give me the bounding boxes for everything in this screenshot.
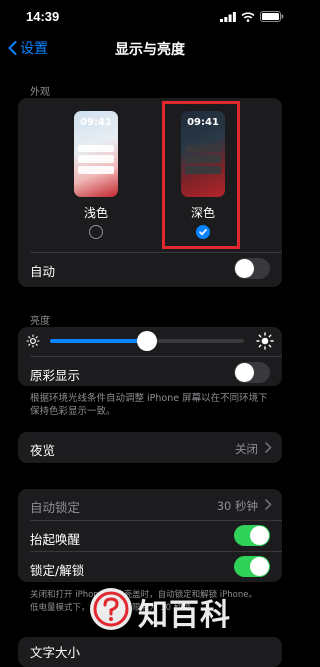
light-preview-clock: 09:41 (80, 117, 112, 128)
highlight-box (162, 101, 240, 249)
true-tone-label: 原彩显示 (30, 368, 81, 383)
chevron-right-icon (265, 499, 272, 510)
appearance-section-label: 外观 (30, 87, 50, 98)
raise-to-wake-toggle[interactable] (234, 525, 270, 546)
brightness-knob[interactable] (137, 331, 157, 351)
light-label: 浅色 (83, 206, 108, 220)
auto-lock-value: 30 秒钟 (216, 499, 258, 513)
text-size-row[interactable]: 文字大小 (18, 637, 282, 667)
watermark-text: 知百科 (138, 598, 231, 633)
appearance-option-light[interactable]: 09:41 浅色 (66, 98, 126, 248)
status-time: 14:39 (26, 9, 60, 24)
night-shift-label: 夜览 (30, 443, 56, 458)
text-size-label: 文字大小 (30, 645, 81, 660)
brightness-fill (50, 339, 147, 343)
lock-unlock-toggle[interactable] (234, 556, 270, 577)
light-radio[interactable] (89, 225, 103, 239)
night-shift-value: 关闭 (235, 442, 258, 456)
navigation-bar: 设置 显示与亮度 (0, 34, 300, 62)
divider (30, 520, 282, 521)
true-tone-toggle[interactable] (234, 362, 270, 383)
signal-icon (220, 11, 236, 22)
battery-icon (260, 11, 284, 22)
chevron-right-icon (265, 442, 272, 453)
status-icons (220, 11, 284, 22)
light-preview: 09:41 (74, 111, 118, 197)
brightness-group: 原彩显示 (18, 327, 282, 386)
auto-label: 自动 (30, 264, 56, 279)
sun-small-icon (26, 334, 40, 348)
sun-large-icon (256, 332, 274, 350)
watermark-logo-icon (90, 588, 132, 630)
night-shift-row[interactable]: 夜览 关闭 (18, 432, 282, 463)
page-title: 显示与亮度 (115, 42, 185, 58)
brightness-section-label: 亮度 (30, 316, 50, 327)
brightness-slider[interactable] (50, 331, 244, 351)
auto-lock-label: 自动锁定 (30, 500, 81, 515)
raise-to-wake-label: 抬起唤醒 (30, 532, 81, 547)
brightness-footer: 根据环境光线条件自动调整 iPhone 屏幕以在不同环境下保持色彩显示一致。 (30, 393, 268, 417)
divider (30, 252, 282, 253)
lock-group: 自动锁定 30 秒钟 抬起唤醒 锁定/解锁 (18, 489, 282, 582)
watermark: 知百科 (88, 582, 238, 638)
divider (30, 356, 282, 357)
auto-toggle[interactable] (234, 258, 270, 279)
wifi-icon (241, 11, 255, 22)
auto-lock-row[interactable]: 自动锁定 30 秒钟 (18, 489, 282, 520)
lock-unlock-label: 锁定/解锁 (30, 563, 85, 578)
status-bar: 14:39 (0, 0, 300, 34)
appearance-group: 09:41 浅色 09:41 深色 自动 (18, 98, 282, 287)
divider (30, 551, 282, 552)
